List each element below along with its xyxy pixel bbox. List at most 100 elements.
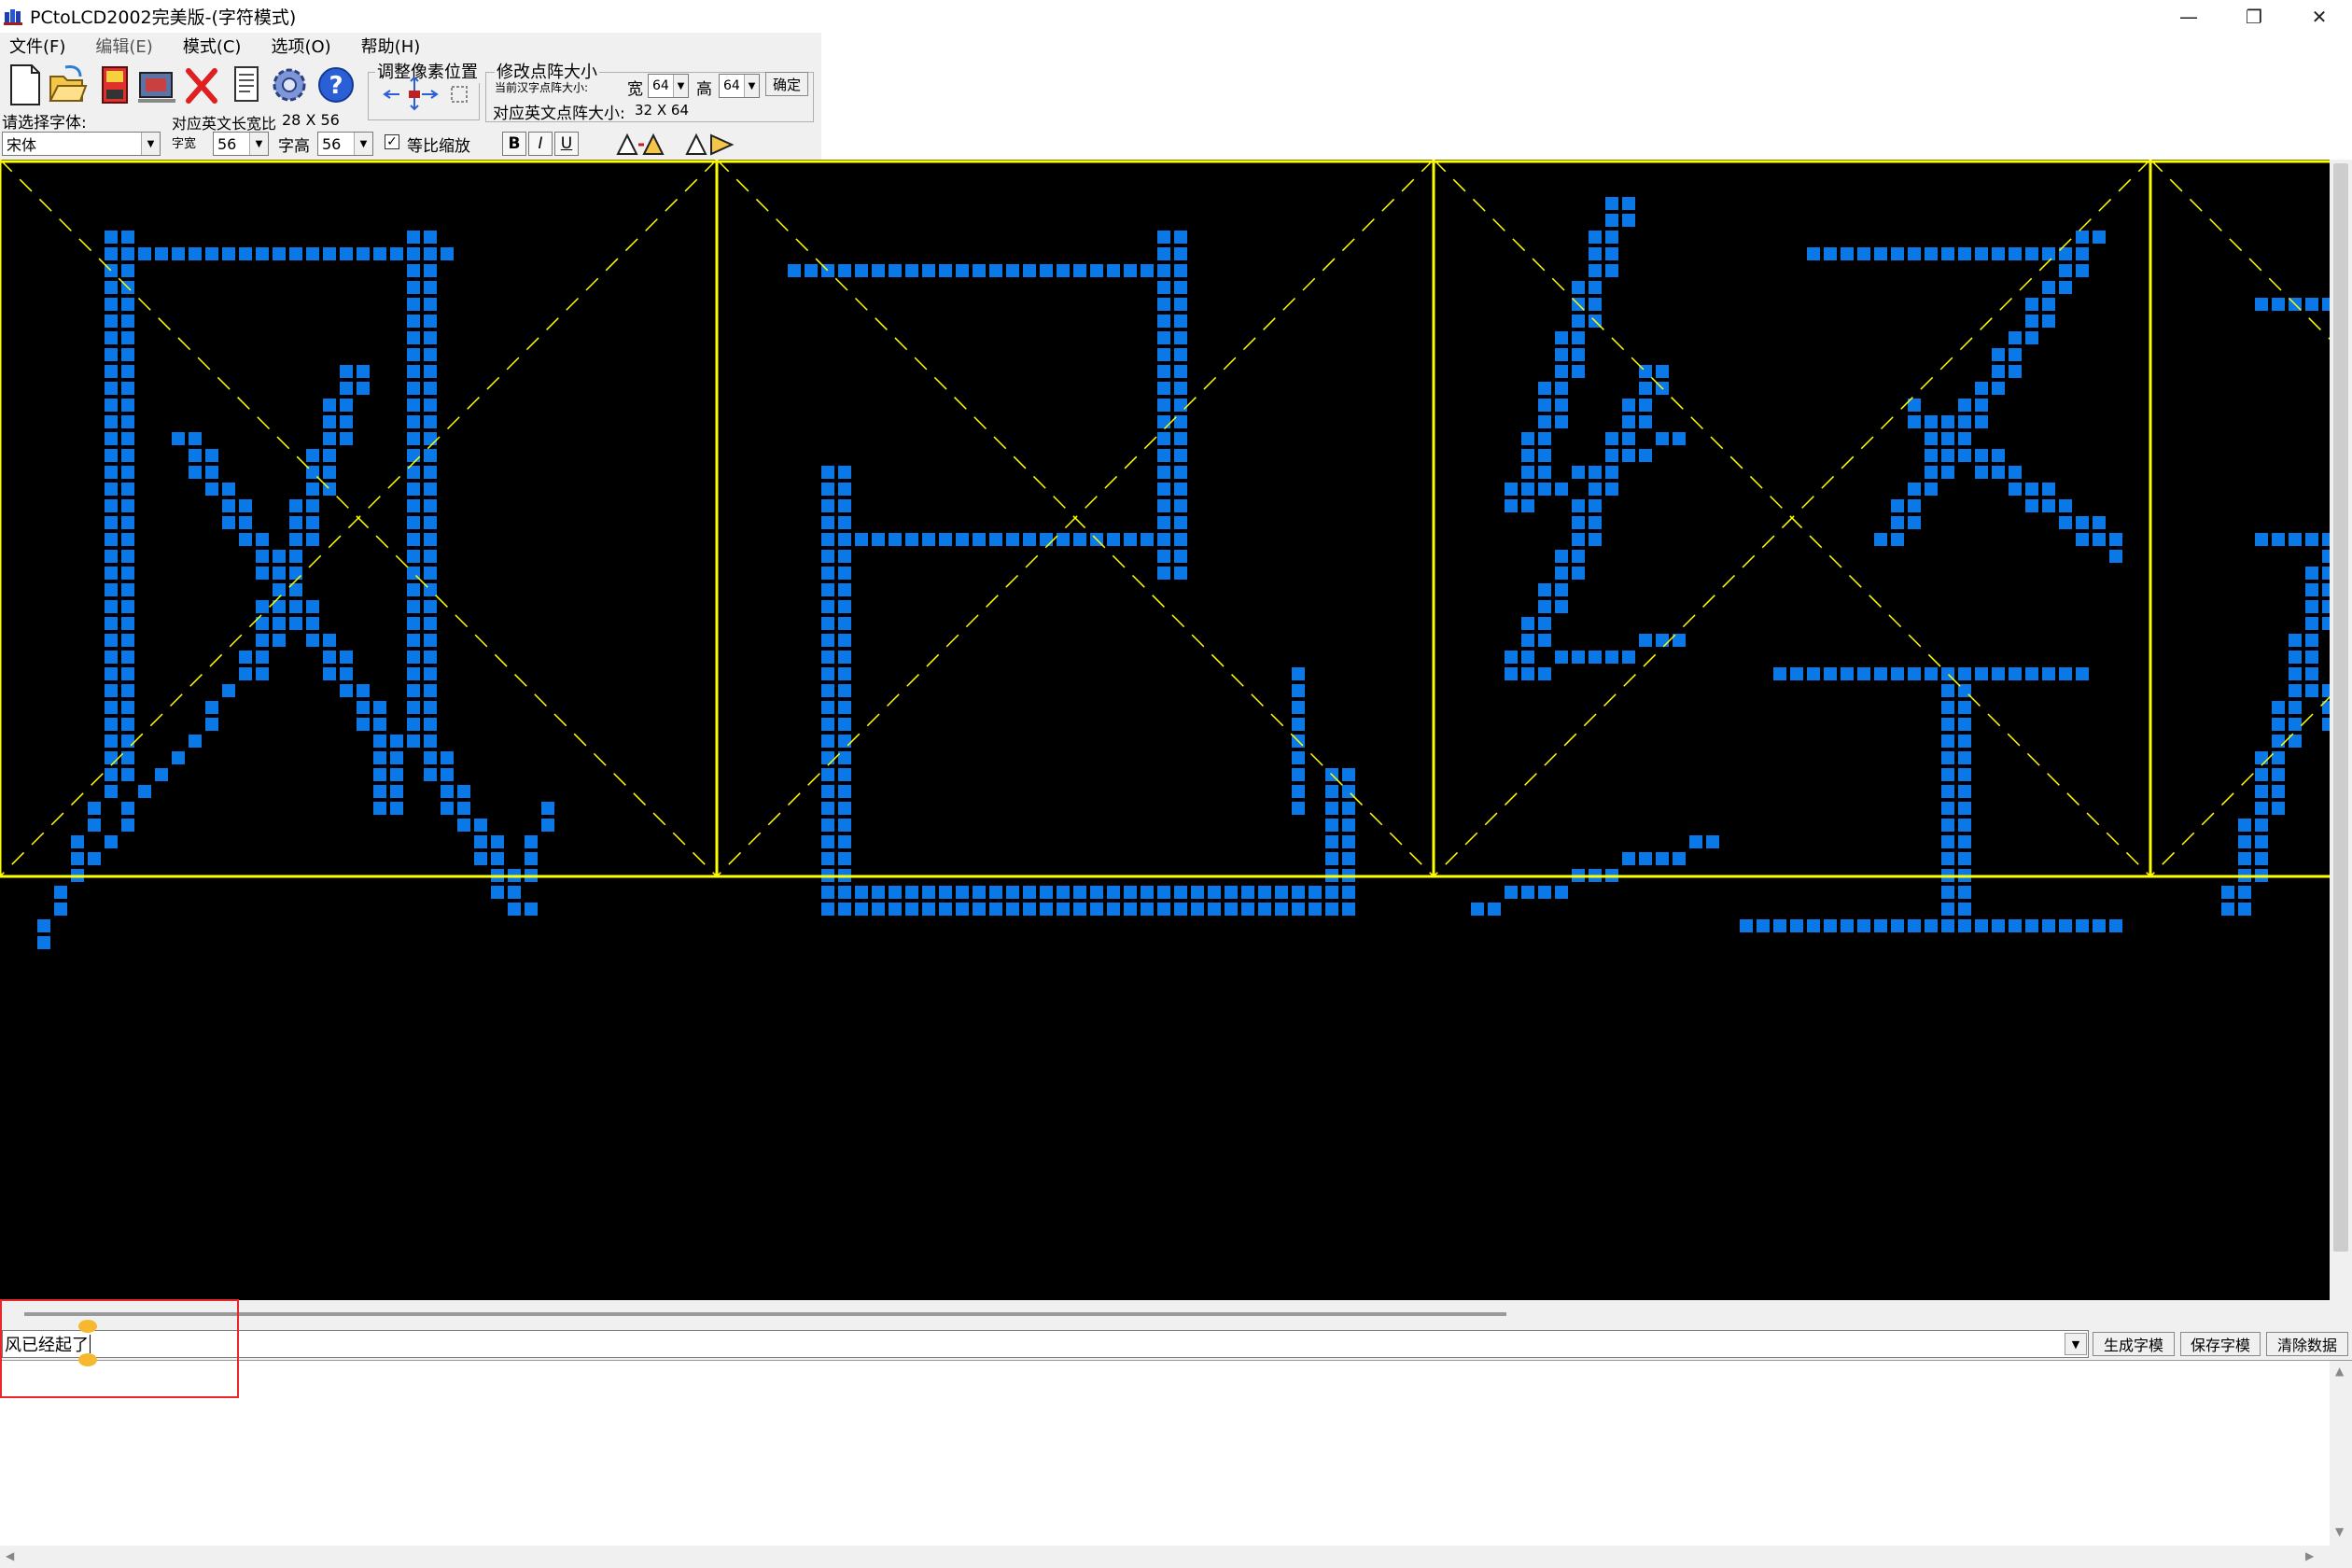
lit-pixel	[424, 533, 437, 546]
matrix-current-label: 当前汉字点阵大小:	[495, 81, 589, 94]
restore-button[interactable]: ❐	[2221, 0, 2287, 33]
lit-pixel	[1874, 919, 1887, 932]
lit-pixel	[121, 634, 134, 647]
lit-pixel	[1824, 667, 1837, 680]
flip-icon[interactable]	[683, 132, 735, 158]
lit-pixel	[1941, 247, 1954, 260]
lit-pixel	[2272, 298, 2285, 311]
lit-pixel	[256, 550, 269, 563]
proportional-checkbox[interactable]: ✓	[385, 134, 399, 149]
lit-pixel	[407, 516, 420, 529]
save-icon[interactable]	[93, 63, 134, 107]
font-select[interactable]: 宋体 ▼	[2, 132, 161, 156]
lit-pixel	[1958, 852, 1971, 865]
menu-help[interactable]: 帮助(H)	[361, 34, 421, 58]
lit-pixel	[939, 903, 952, 916]
menu-mode[interactable]: 模式(C)	[183, 34, 242, 58]
scroll-left-icon[interactable]: ◀	[6, 1549, 14, 1562]
lit-pixel	[821, 768, 834, 781]
new-file-icon[interactable]	[4, 63, 45, 107]
delete-icon[interactable]	[181, 63, 222, 107]
lit-pixel	[2059, 264, 2072, 277]
italic-button[interactable]: I	[528, 132, 553, 156]
matrix-width-label: 宽	[627, 80, 643, 99]
save-font-button[interactable]: 保存字模	[2180, 1332, 2261, 1356]
lit-pixel	[1292, 785, 1305, 798]
glyph-cell-1	[37, 231, 554, 949]
close-button[interactable]: ✕	[2287, 0, 2352, 33]
lit-pixel	[872, 533, 885, 546]
lit-pixel	[1958, 751, 1971, 764]
scroll-right-icon[interactable]: ▶	[2305, 1549, 2314, 1562]
bold-button[interactable]: B	[502, 132, 526, 156]
pixel-shift-arrows-icon[interactable]	[377, 77, 470, 119]
lit-pixel	[1958, 415, 1971, 428]
lit-pixel	[1538, 415, 1551, 428]
lit-pixel	[2042, 667, 2055, 680]
scroll-thumb[interactable]	[2333, 163, 2348, 1252]
horizontal-scroll-track[interactable]	[24, 1312, 1506, 1316]
lit-pixel	[1107, 264, 1120, 277]
lit-pixel	[105, 231, 118, 244]
cell-diagonal	[2149, 160, 2330, 341]
minimize-button[interactable]: —	[2156, 0, 2221, 33]
canvas-vertical-scrollbar[interactable]	[2330, 160, 2352, 1300]
output-vertical-scrollbar[interactable]: ▲ ▼	[2330, 1361, 2352, 1547]
output-textarea[interactable]: ▲ ▼ ◀ ▶	[0, 1360, 2352, 1568]
lit-pixel	[1572, 466, 1585, 479]
lit-pixel	[1925, 415, 1938, 428]
lit-pixel	[1908, 415, 1921, 428]
help-icon[interactable]: ?	[315, 63, 357, 107]
lit-pixel	[821, 684, 834, 697]
lit-pixel	[407, 718, 420, 731]
lit-pixel	[1057, 903, 1070, 916]
rotate-icon[interactable]	[616, 132, 666, 158]
lit-pixel	[491, 852, 504, 865]
char-width-select[interactable]: 56 ▼	[213, 132, 269, 156]
underline-button[interactable]: U	[554, 132, 579, 156]
menu-bar: 文件(F) 编辑(E) 模式(C) 选项(O) 帮助(H)	[0, 33, 821, 59]
lit-pixel	[838, 735, 851, 748]
menu-file[interactable]: 文件(F)	[9, 34, 65, 58]
lit-pixel	[1673, 852, 1686, 865]
menu-edit[interactable]: 编辑(E)	[95, 34, 152, 58]
lit-pixel	[1605, 231, 1618, 244]
output-horizontal-scrollbar[interactable]: ◀ ▶	[0, 1546, 2352, 1568]
dot-matrix-canvas[interactable]	[0, 160, 2330, 1300]
gear-icon[interactable]	[269, 63, 310, 107]
lit-pixel	[1824, 919, 1837, 932]
lit-pixel	[239, 499, 252, 512]
text-input[interactable]: 风已经起了	[2, 1330, 2089, 1358]
scroll-down-icon[interactable]: ▼	[2335, 1525, 2344, 1538]
font-label: 请选择字体:	[2, 114, 87, 133]
lit-pixel	[922, 903, 935, 916]
lit-pixel	[424, 718, 437, 731]
open-folder-icon[interactable]	[47, 63, 88, 107]
lit-pixel	[1073, 533, 1086, 546]
document-icon[interactable]	[226, 63, 267, 107]
lit-pixel	[1040, 533, 1053, 546]
lit-pixel	[1589, 298, 1602, 311]
lit-pixel	[121, 735, 134, 748]
lit-pixel	[1006, 903, 1019, 916]
matrix-width-select[interactable]: 64 ▼	[648, 74, 689, 98]
settings-icon[interactable]	[136, 63, 177, 107]
char-height-select[interactable]: 56 ▼	[317, 132, 373, 156]
char-scroll-area[interactable]	[0, 1300, 2352, 1328]
chevron-down-icon[interactable]: ▼	[2065, 1333, 2087, 1355]
lit-pixel	[2059, 281, 2072, 294]
matrix-height-select[interactable]: 64 ▼	[719, 74, 760, 98]
lit-pixel	[121, 667, 134, 680]
lit-pixel	[1538, 617, 1551, 630]
matrix-confirm-button[interactable]: 确定	[765, 72, 808, 96]
scroll-up-icon[interactable]: ▲	[2335, 1365, 2344, 1378]
lit-pixel	[424, 315, 437, 328]
lit-pixel	[105, 382, 118, 395]
lit-pixel	[821, 550, 834, 563]
generate-font-button[interactable]: 生成字模	[2093, 1332, 2175, 1356]
lit-pixel	[1958, 718, 1971, 731]
clear-data-button[interactable]: 清除数据	[2266, 1332, 2348, 1356]
lit-pixel	[2042, 315, 2055, 328]
lit-pixel	[289, 499, 302, 512]
menu-options[interactable]: 选项(O)	[271, 34, 330, 58]
